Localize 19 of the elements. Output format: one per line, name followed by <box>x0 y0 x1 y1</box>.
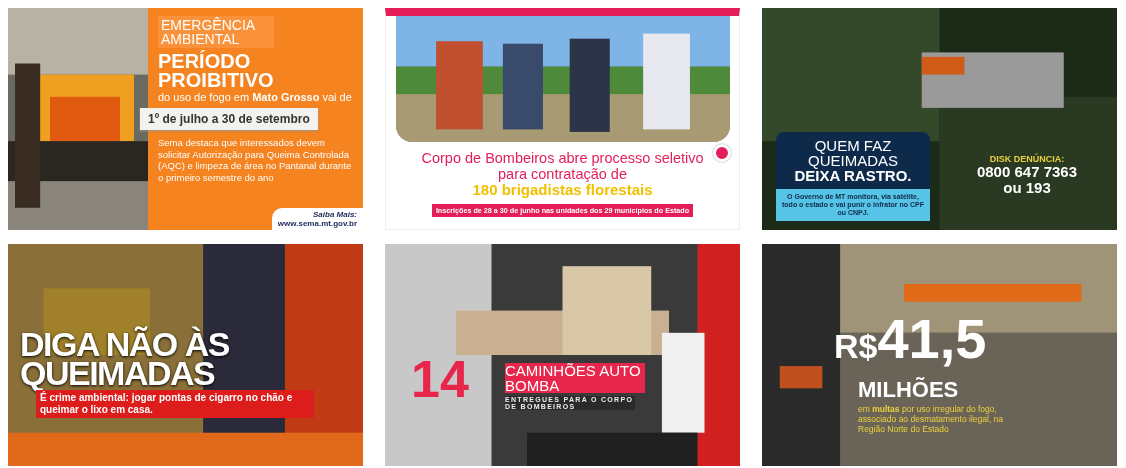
date-banner: 1º de julho a 30 de setembro <box>140 108 318 130</box>
headline: PERÍODO PROIBITIVO <box>158 52 275 90</box>
big-number: 14 <box>411 354 469 404</box>
body-text: em multas por uso irregular do fogo, associado ao desmatamento ilegal, na Região Norte do Estado <box>858 404 1005 434</box>
hotline-label: DISK DENÚNCIA: <box>988 154 1066 164</box>
lead-text: do uso de fogo em Mato Grosso vai de <box>158 91 353 103</box>
title: CAMINHÕES AUTO BOMBA <box>505 363 645 393</box>
highlight-text: 180 brigadistas florestais <box>472 182 653 198</box>
unit-label: MILHÕES <box>858 378 960 402</box>
eyebrow-text: EMERGÊNCIA AMBIENTAL <box>158 16 274 48</box>
website-link[interactable]: www.sema.mt.gov.br <box>277 219 357 228</box>
phone-number: ou 193 <box>1002 180 1052 196</box>
headline: QUEM FAZ QUEIMADAS DEIXA RASTRO. <box>776 132 930 189</box>
body-text: Sema destaca que interessados devem solicitar Autorização para Queima Controlada (AQC) e limpeza de área no Pantanal durante o primeiro semestre do ano <box>158 137 353 183</box>
phone-number: 0800 647 7363 <box>975 164 1079 180</box>
body-text: É crime ambiental: jogar pontas de cigarro no chão e queimar o lixo em casa. <box>36 390 314 418</box>
link-label: Saiba Mais: www.sema.mt.gov.br <box>271 208 363 230</box>
amount: R$41,5 <box>834 314 988 372</box>
headline: Corpo de Bombeiros abre processo seletivo para contratação de <box>420 150 705 182</box>
